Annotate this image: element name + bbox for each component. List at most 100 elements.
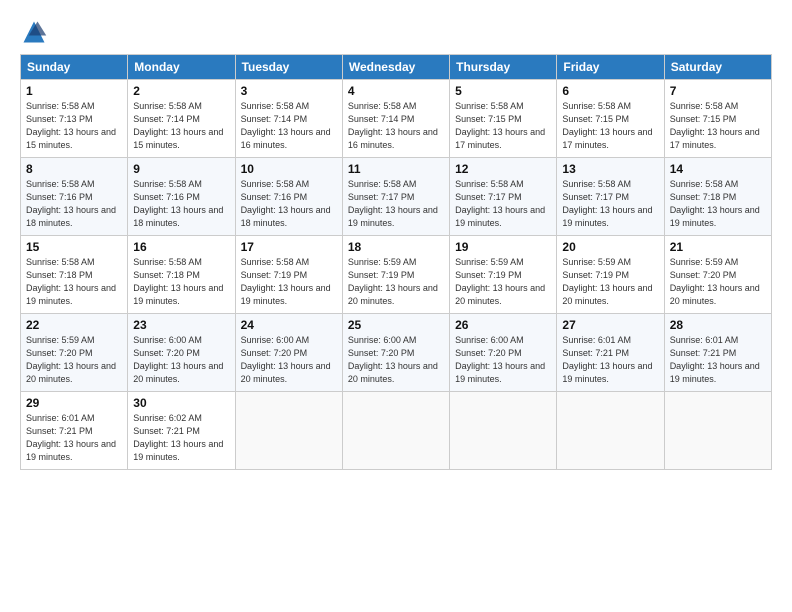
calendar-cell: 7 Sunrise: 5:58 AMSunset: 7:15 PMDayligh… <box>664 80 771 158</box>
column-header-wednesday: Wednesday <box>342 55 449 80</box>
calendar-cell: 14 Sunrise: 5:58 AMSunset: 7:18 PMDaylig… <box>664 158 771 236</box>
day-number: 6 <box>562 84 658 98</box>
day-number: 13 <box>562 162 658 176</box>
day-info: Sunrise: 5:58 AMSunset: 7:18 PMDaylight:… <box>133 257 223 306</box>
day-info: Sunrise: 6:02 AMSunset: 7:21 PMDaylight:… <box>133 413 223 462</box>
day-info: Sunrise: 6:01 AMSunset: 7:21 PMDaylight:… <box>562 335 652 384</box>
day-number: 1 <box>26 84 122 98</box>
calendar-cell: 20 Sunrise: 5:59 AMSunset: 7:19 PMDaylig… <box>557 236 664 314</box>
calendar-cell: 8 Sunrise: 5:58 AMSunset: 7:16 PMDayligh… <box>21 158 128 236</box>
week-row-3: 15 Sunrise: 5:58 AMSunset: 7:18 PMDaylig… <box>21 236 772 314</box>
week-row-4: 22 Sunrise: 5:59 AMSunset: 7:20 PMDaylig… <box>21 314 772 392</box>
calendar-cell: 16 Sunrise: 5:58 AMSunset: 7:18 PMDaylig… <box>128 236 235 314</box>
column-header-tuesday: Tuesday <box>235 55 342 80</box>
day-number: 16 <box>133 240 229 254</box>
calendar-cell: 22 Sunrise: 5:59 AMSunset: 7:20 PMDaylig… <box>21 314 128 392</box>
calendar-cell <box>342 392 449 470</box>
day-info: Sunrise: 5:58 AMSunset: 7:14 PMDaylight:… <box>241 101 331 150</box>
column-header-thursday: Thursday <box>450 55 557 80</box>
day-number: 25 <box>348 318 444 332</box>
calendar-cell <box>557 392 664 470</box>
day-info: Sunrise: 5:58 AMSunset: 7:13 PMDaylight:… <box>26 101 116 150</box>
day-number: 2 <box>133 84 229 98</box>
day-number: 8 <box>26 162 122 176</box>
column-header-friday: Friday <box>557 55 664 80</box>
day-number: 12 <box>455 162 551 176</box>
column-header-saturday: Saturday <box>664 55 771 80</box>
calendar-cell <box>235 392 342 470</box>
day-number: 7 <box>670 84 766 98</box>
day-info: Sunrise: 5:59 AMSunset: 7:19 PMDaylight:… <box>455 257 545 306</box>
day-info: Sunrise: 5:58 AMSunset: 7:18 PMDaylight:… <box>26 257 116 306</box>
calendar-cell: 21 Sunrise: 5:59 AMSunset: 7:20 PMDaylig… <box>664 236 771 314</box>
header <box>20 18 772 46</box>
day-info: Sunrise: 5:59 AMSunset: 7:20 PMDaylight:… <box>670 257 760 306</box>
day-number: 23 <box>133 318 229 332</box>
day-number: 28 <box>670 318 766 332</box>
calendar-cell: 18 Sunrise: 5:59 AMSunset: 7:19 PMDaylig… <box>342 236 449 314</box>
day-number: 21 <box>670 240 766 254</box>
day-number: 24 <box>241 318 337 332</box>
day-info: Sunrise: 5:58 AMSunset: 7:15 PMDaylight:… <box>562 101 652 150</box>
calendar-cell: 5 Sunrise: 5:58 AMSunset: 7:15 PMDayligh… <box>450 80 557 158</box>
calendar-cell: 24 Sunrise: 6:00 AMSunset: 7:20 PMDaylig… <box>235 314 342 392</box>
day-info: Sunrise: 6:00 AMSunset: 7:20 PMDaylight:… <box>133 335 223 384</box>
calendar-cell: 11 Sunrise: 5:58 AMSunset: 7:17 PMDaylig… <box>342 158 449 236</box>
calendar-cell: 3 Sunrise: 5:58 AMSunset: 7:14 PMDayligh… <box>235 80 342 158</box>
day-info: Sunrise: 6:00 AMSunset: 7:20 PMDaylight:… <box>241 335 331 384</box>
day-info: Sunrise: 6:01 AMSunset: 7:21 PMDaylight:… <box>26 413 116 462</box>
calendar-cell <box>664 392 771 470</box>
column-header-monday: Monday <box>128 55 235 80</box>
day-info: Sunrise: 5:58 AMSunset: 7:18 PMDaylight:… <box>670 179 760 228</box>
calendar-cell: 9 Sunrise: 5:58 AMSunset: 7:16 PMDayligh… <box>128 158 235 236</box>
calendar-cell: 19 Sunrise: 5:59 AMSunset: 7:19 PMDaylig… <box>450 236 557 314</box>
logo-icon <box>20 18 48 46</box>
calendar-cell: 1 Sunrise: 5:58 AMSunset: 7:13 PMDayligh… <box>21 80 128 158</box>
day-number: 11 <box>348 162 444 176</box>
day-info: Sunrise: 5:59 AMSunset: 7:20 PMDaylight:… <box>26 335 116 384</box>
day-info: Sunrise: 5:58 AMSunset: 7:19 PMDaylight:… <box>241 257 331 306</box>
calendar-cell: 2 Sunrise: 5:58 AMSunset: 7:14 PMDayligh… <box>128 80 235 158</box>
day-number: 29 <box>26 396 122 410</box>
page: SundayMondayTuesdayWednesdayThursdayFrid… <box>0 0 792 612</box>
calendar-cell: 30 Sunrise: 6:02 AMSunset: 7:21 PMDaylig… <box>128 392 235 470</box>
calendar-cell: 29 Sunrise: 6:01 AMSunset: 7:21 PMDaylig… <box>21 392 128 470</box>
header-row: SundayMondayTuesdayWednesdayThursdayFrid… <box>21 55 772 80</box>
day-info: Sunrise: 6:00 AMSunset: 7:20 PMDaylight:… <box>455 335 545 384</box>
calendar-cell: 28 Sunrise: 6:01 AMSunset: 7:21 PMDaylig… <box>664 314 771 392</box>
day-number: 17 <box>241 240 337 254</box>
calendar-cell: 15 Sunrise: 5:58 AMSunset: 7:18 PMDaylig… <box>21 236 128 314</box>
calendar-cell: 10 Sunrise: 5:58 AMSunset: 7:16 PMDaylig… <box>235 158 342 236</box>
logo <box>20 18 52 46</box>
week-row-2: 8 Sunrise: 5:58 AMSunset: 7:16 PMDayligh… <box>21 158 772 236</box>
week-row-5: 29 Sunrise: 6:01 AMSunset: 7:21 PMDaylig… <box>21 392 772 470</box>
day-number: 22 <box>26 318 122 332</box>
day-info: Sunrise: 6:01 AMSunset: 7:21 PMDaylight:… <box>670 335 760 384</box>
day-number: 5 <box>455 84 551 98</box>
day-number: 27 <box>562 318 658 332</box>
calendar-cell: 26 Sunrise: 6:00 AMSunset: 7:20 PMDaylig… <box>450 314 557 392</box>
day-number: 19 <box>455 240 551 254</box>
calendar-cell: 12 Sunrise: 5:58 AMSunset: 7:17 PMDaylig… <box>450 158 557 236</box>
day-info: Sunrise: 5:58 AMSunset: 7:14 PMDaylight:… <box>348 101 438 150</box>
day-number: 26 <box>455 318 551 332</box>
day-info: Sunrise: 5:58 AMSunset: 7:16 PMDaylight:… <box>133 179 223 228</box>
calendar-cell: 23 Sunrise: 6:00 AMSunset: 7:20 PMDaylig… <box>128 314 235 392</box>
day-number: 3 <box>241 84 337 98</box>
calendar-cell: 13 Sunrise: 5:58 AMSunset: 7:17 PMDaylig… <box>557 158 664 236</box>
day-info: Sunrise: 5:59 AMSunset: 7:19 PMDaylight:… <box>348 257 438 306</box>
day-info: Sunrise: 5:58 AMSunset: 7:17 PMDaylight:… <box>455 179 545 228</box>
day-number: 18 <box>348 240 444 254</box>
day-number: 30 <box>133 396 229 410</box>
day-number: 10 <box>241 162 337 176</box>
calendar-cell: 27 Sunrise: 6:01 AMSunset: 7:21 PMDaylig… <box>557 314 664 392</box>
day-info: Sunrise: 5:58 AMSunset: 7:17 PMDaylight:… <box>348 179 438 228</box>
calendar-cell <box>450 392 557 470</box>
day-number: 9 <box>133 162 229 176</box>
calendar-cell: 4 Sunrise: 5:58 AMSunset: 7:14 PMDayligh… <box>342 80 449 158</box>
day-number: 14 <box>670 162 766 176</box>
calendar-cell: 25 Sunrise: 6:00 AMSunset: 7:20 PMDaylig… <box>342 314 449 392</box>
day-number: 15 <box>26 240 122 254</box>
column-header-sunday: Sunday <box>21 55 128 80</box>
week-row-1: 1 Sunrise: 5:58 AMSunset: 7:13 PMDayligh… <box>21 80 772 158</box>
